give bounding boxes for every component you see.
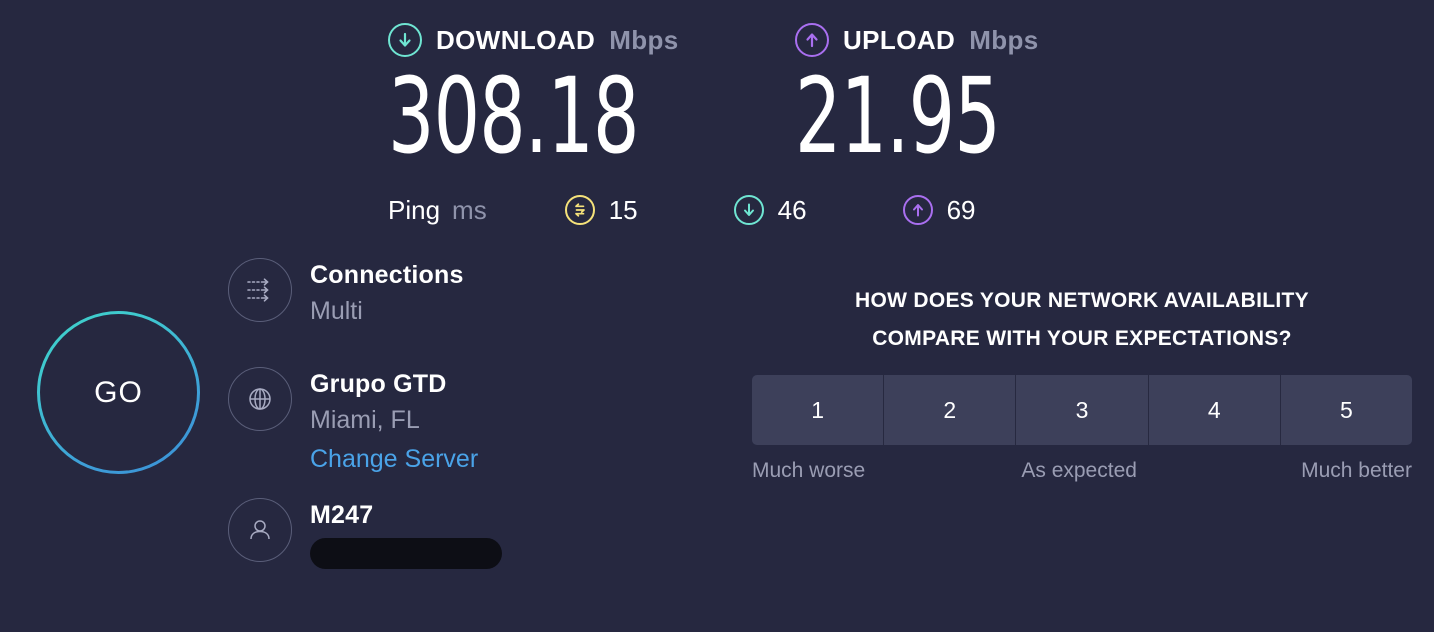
go-button-ring: GO — [37, 311, 200, 474]
download-label: DOWNLOAD — [436, 24, 596, 55]
globe-icon — [228, 367, 292, 431]
upload-latency-value: 69 — [946, 194, 976, 225]
rating-option-3[interactable]: 3 — [1016, 375, 1149, 445]
survey-question: HOW DOES YOUR NETWORK AVAILABILITY COMPA… — [752, 282, 1412, 358]
arrow-up-circle-icon — [902, 195, 933, 225]
idle-latency-item: 15 — [564, 194, 638, 226]
go-button[interactable]: GO — [37, 311, 200, 474]
upload-unit: Mbps — [969, 24, 1039, 55]
network-survey: HOW DOES YOUR NETWORK AVAILABILITY COMPA… — [752, 282, 1412, 483]
connection-info-list: Connections Multi Grupo GTD Miami, FL Ch… — [228, 258, 558, 590]
arrow-down-circle-icon — [733, 195, 764, 225]
scale-label-low: Much worse — [752, 459, 866, 482]
go-button-inner: GO — [40, 314, 197, 471]
arrow-up-circle-icon — [795, 23, 829, 57]
survey-rating-group: 1 2 3 4 5 — [752, 375, 1412, 445]
idle-latency-icon — [564, 195, 595, 225]
scale-label-mid: As expected — [1021, 459, 1137, 482]
isp-row: M247 — [228, 498, 558, 590]
speedtest-result-page: DOWNLOAD Mbps 308.18 UPLOAD Mbps 21.95 P… — [0, 0, 1434, 632]
download-latency-item: 46 — [733, 194, 807, 226]
upload-value: 21.95 — [795, 55, 1001, 177]
download-metric: DOWNLOAD Mbps 308.18 — [388, 18, 709, 177]
upload-latency-item: 69 — [902, 194, 976, 226]
scale-label-high: Much better — [1301, 459, 1412, 482]
survey-scale-labels: Much worse As expected Much better — [752, 459, 1412, 483]
server-row: Grupo GTD Miami, FL Change Server — [228, 367, 558, 479]
connections-row: Connections Multi — [228, 258, 558, 350]
ping-unit: ms — [452, 194, 487, 225]
connections-value: Multi — [310, 297, 363, 325]
results-header: DOWNLOAD Mbps 308.18 UPLOAD Mbps 21.95 — [0, 0, 1434, 175]
server-location: Miami, FL — [310, 406, 420, 434]
upload-metric: UPLOAD Mbps 21.95 — [795, 18, 1058, 177]
rating-option-4[interactable]: 4 — [1148, 375, 1281, 445]
download-latency-value: 46 — [777, 194, 807, 225]
ip-address-redaction — [310, 538, 502, 569]
ping-row: Ping ms 15 46 69 — [388, 189, 975, 231]
rating-option-1[interactable]: 1 — [752, 375, 885, 445]
server-name: Grupo GTD — [310, 370, 447, 398]
survey-question-line2: COMPARE WITH YOUR EXPECTATIONS? — [872, 327, 1292, 350]
multi-connection-icon — [228, 258, 292, 322]
survey-question-line1: HOW DOES YOUR NETWORK AVAILABILITY — [855, 289, 1309, 312]
arrow-down-circle-icon — [388, 23, 422, 57]
connections-title: Connections — [310, 261, 464, 289]
person-icon — [228, 498, 292, 562]
ping-label: Ping — [388, 194, 441, 225]
isp-name: M247 — [310, 501, 374, 529]
change-server-link[interactable]: Change Server — [310, 439, 558, 479]
rating-option-5[interactable]: 5 — [1280, 375, 1412, 445]
download-unit: Mbps — [609, 24, 679, 55]
upload-label: UPLOAD — [843, 24, 956, 55]
download-value: 308.18 — [388, 55, 639, 177]
idle-latency-value: 15 — [608, 194, 638, 225]
rating-option-2[interactable]: 2 — [884, 375, 1017, 445]
go-button-label: GO — [94, 375, 143, 409]
